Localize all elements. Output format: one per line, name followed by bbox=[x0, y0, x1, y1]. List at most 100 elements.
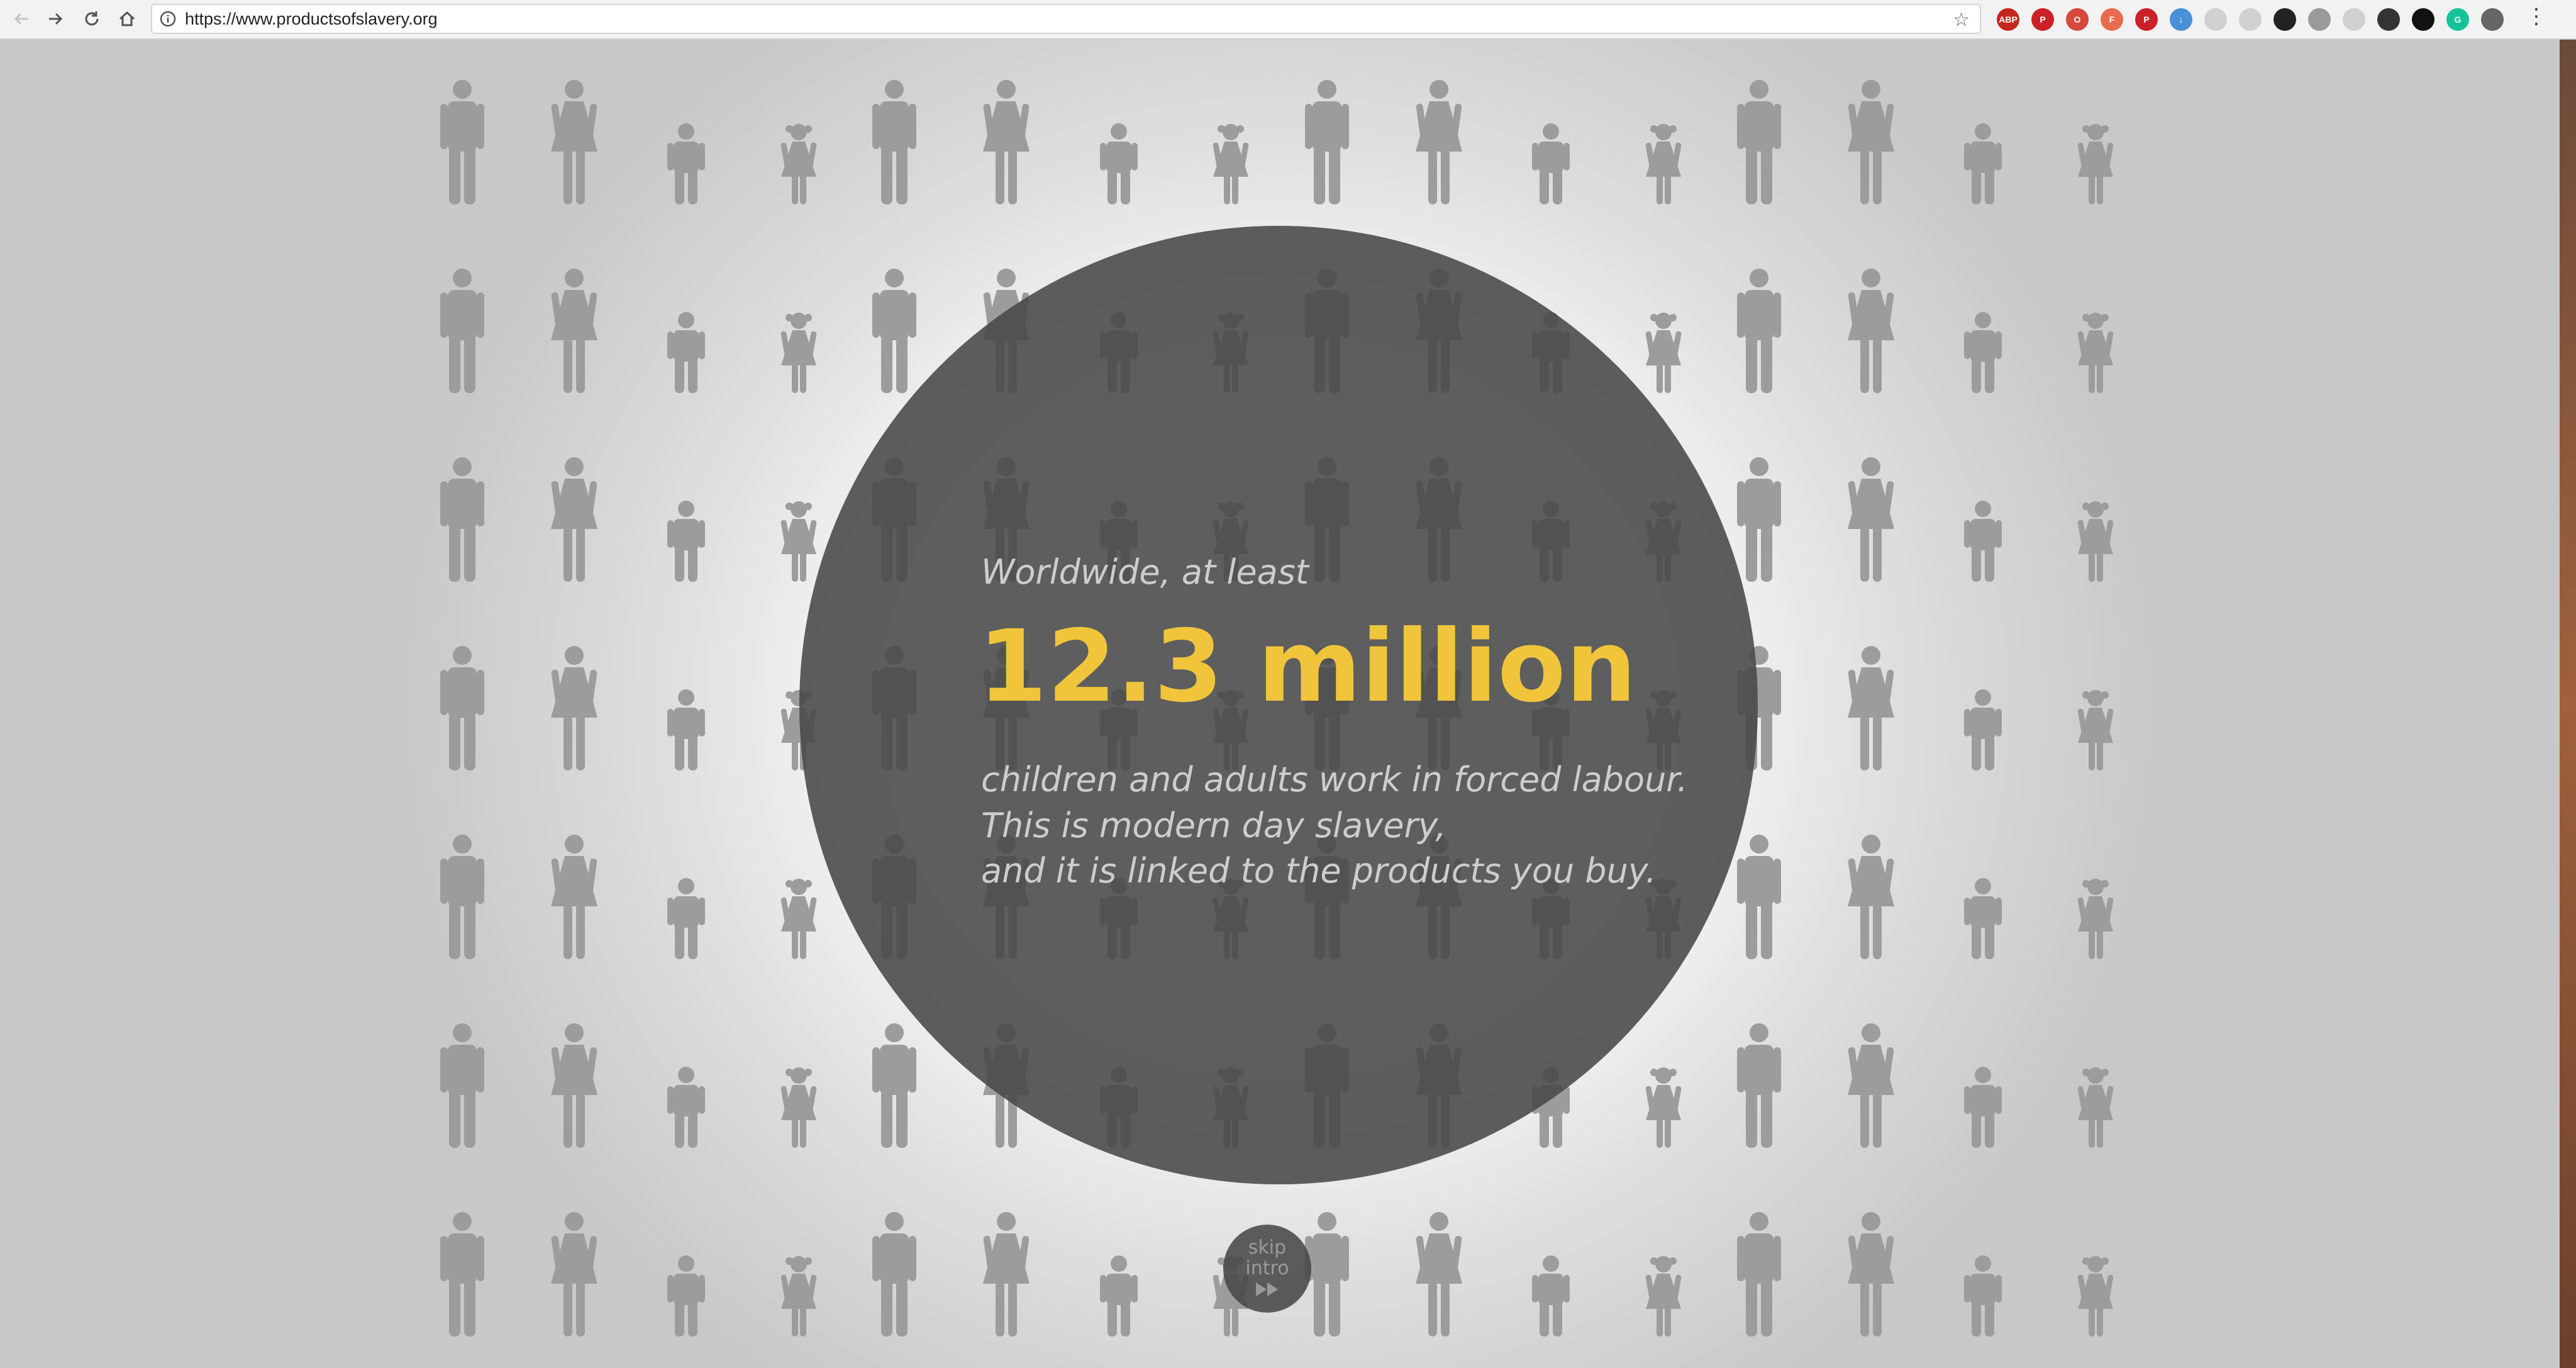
woman-figure-icon bbox=[1843, 79, 1899, 207]
star-icon[interactable]: ☆ bbox=[1953, 9, 1970, 31]
download-icon[interactable]: ↓ bbox=[2170, 8, 2192, 31]
intro-line-1: children and adults work in forced labou… bbox=[981, 760, 1688, 799]
home-button[interactable] bbox=[113, 5, 141, 33]
girl-figure-icon bbox=[777, 1255, 821, 1339]
man-figure-icon bbox=[440, 645, 484, 773]
girl-figure-icon bbox=[2074, 877, 2118, 962]
arrow-left-icon bbox=[14, 13, 28, 25]
man-figure-icon bbox=[872, 79, 916, 207]
girl-figure-icon bbox=[777, 877, 821, 962]
girl-figure-icon bbox=[2074, 1255, 2118, 1339]
man-figure-icon bbox=[1305, 1211, 1349, 1339]
boy-figure-icon bbox=[1964, 1066, 2002, 1150]
boy-figure-icon bbox=[1100, 123, 1138, 207]
boy-figure-icon bbox=[1964, 689, 2002, 773]
boy-figure-icon bbox=[1964, 311, 2002, 396]
woman-figure-icon bbox=[546, 79, 602, 207]
woman-figure-icon bbox=[1843, 1022, 1899, 1150]
skip-intro-button[interactable]: skip intro bbox=[1223, 1225, 1311, 1313]
woman-figure-icon bbox=[978, 1211, 1035, 1339]
man-figure-icon bbox=[872, 1022, 916, 1150]
man-figure-icon bbox=[440, 456, 484, 584]
lastpass-icon[interactable] bbox=[2412, 8, 2434, 31]
boy-figure-icon bbox=[1532, 1255, 1570, 1339]
girl-figure-icon bbox=[1209, 123, 1253, 207]
page-viewport: Worldwide, at least 12.3 million childre… bbox=[0, 40, 2560, 1368]
arrow-right-icon bbox=[49, 13, 63, 25]
man-figure-icon bbox=[1737, 267, 1781, 396]
man-figure-icon bbox=[872, 267, 916, 396]
adblock-plus-icon[interactable]: ABP bbox=[1997, 8, 2019, 31]
woman-figure-icon bbox=[546, 456, 602, 584]
boy-figure-icon bbox=[667, 1066, 705, 1150]
forward-button[interactable] bbox=[42, 5, 69, 33]
girl-figure-icon bbox=[1641, 311, 1685, 396]
man-figure-icon bbox=[440, 1022, 484, 1150]
man-figure-icon bbox=[440, 1211, 484, 1339]
boy-figure-icon bbox=[667, 689, 705, 773]
man-figure-icon bbox=[440, 79, 484, 207]
cursor-icon[interactable] bbox=[2273, 8, 2296, 31]
grammarly-icon[interactable]: G bbox=[2446, 8, 2469, 31]
man-figure-icon bbox=[440, 267, 484, 396]
comment-icon[interactable] bbox=[2204, 8, 2227, 31]
boy-figure-icon bbox=[667, 877, 705, 962]
woman-figure-icon bbox=[978, 79, 1035, 207]
man-figure-icon bbox=[1737, 79, 1781, 207]
kebab-menu-icon[interactable]: ⋮ bbox=[2526, 4, 2547, 29]
boy-figure-icon bbox=[667, 123, 705, 207]
dropbox-icon[interactable] bbox=[2239, 8, 2262, 31]
woman-figure-icon bbox=[1843, 456, 1899, 584]
woman-figure-icon bbox=[546, 833, 602, 962]
man-figure-icon bbox=[872, 1211, 916, 1339]
girl-figure-icon bbox=[777, 1066, 821, 1150]
girl-figure-icon bbox=[2074, 311, 2118, 396]
boy-figure-icon bbox=[1964, 1255, 2002, 1339]
eye-icon[interactable] bbox=[2377, 8, 2400, 31]
reload-button[interactable] bbox=[78, 5, 106, 33]
intro-line-2: This is modern day slavery, bbox=[981, 806, 1446, 845]
pinterest-save-icon[interactable]: P bbox=[2135, 8, 2158, 31]
woman-figure-icon bbox=[546, 645, 602, 773]
skip-label: skip bbox=[1248, 1237, 1287, 1259]
intro-lead-text: Worldwide, at least bbox=[981, 552, 1309, 592]
man-figure-icon bbox=[1737, 1211, 1781, 1339]
reload-icon bbox=[85, 11, 99, 26]
browser-toolbar: https://www.productsofslavery.org ☆ ABP P… bbox=[0, 0, 2576, 40]
intro-line-3: and it is linked to the products you buy… bbox=[981, 851, 1657, 891]
girl-figure-icon bbox=[777, 311, 821, 396]
extension-toolbar: ABP P O F P ↓ G bbox=[1997, 8, 2516, 31]
girl-figure-icon bbox=[2074, 1066, 2118, 1150]
pinterest-icon[interactable]: P bbox=[2031, 8, 2054, 31]
url-text[interactable]: https://www.productsofslavery.org bbox=[185, 9, 438, 29]
address-bar[interactable]: https://www.productsofslavery.org ☆ bbox=[151, 4, 1981, 34]
boy-figure-icon bbox=[1100, 1255, 1138, 1339]
girl-figure-icon bbox=[2074, 123, 2118, 207]
boy-figure-icon bbox=[1964, 123, 2002, 207]
girl-figure-icon bbox=[2074, 689, 2118, 773]
woman-figure-icon bbox=[546, 1022, 602, 1150]
man-figure-icon bbox=[1737, 456, 1781, 584]
feedly-icon[interactable]: F bbox=[2101, 8, 2123, 31]
info-icon[interactable] bbox=[160, 11, 176, 27]
camera-icon[interactable] bbox=[2308, 8, 2331, 31]
woman-figure-icon bbox=[546, 267, 602, 396]
woman-figure-icon bbox=[1843, 645, 1899, 773]
boy-figure-icon bbox=[1964, 500, 2002, 584]
man-figure-icon bbox=[1305, 79, 1349, 207]
man-figure-icon bbox=[1737, 1022, 1781, 1150]
woman-figure-icon bbox=[1843, 267, 1899, 396]
back-button[interactable] bbox=[8, 5, 35, 33]
globe-icon[interactable] bbox=[2481, 8, 2504, 31]
fast-forward-icon bbox=[1256, 1282, 1278, 1296]
headline-statistic: 12.3 million bbox=[978, 609, 1637, 725]
girl-figure-icon bbox=[777, 123, 821, 207]
woman-figure-icon bbox=[546, 1211, 602, 1339]
girl-figure-icon bbox=[1641, 1255, 1685, 1339]
woman-figure-icon bbox=[1411, 1211, 1467, 1339]
screenshot-icon[interactable] bbox=[2343, 8, 2365, 31]
man-figure-icon bbox=[440, 833, 484, 962]
girl-figure-icon bbox=[1641, 1066, 1685, 1150]
opera-icon[interactable]: O bbox=[2066, 8, 2089, 31]
boy-figure-icon bbox=[1532, 123, 1570, 207]
